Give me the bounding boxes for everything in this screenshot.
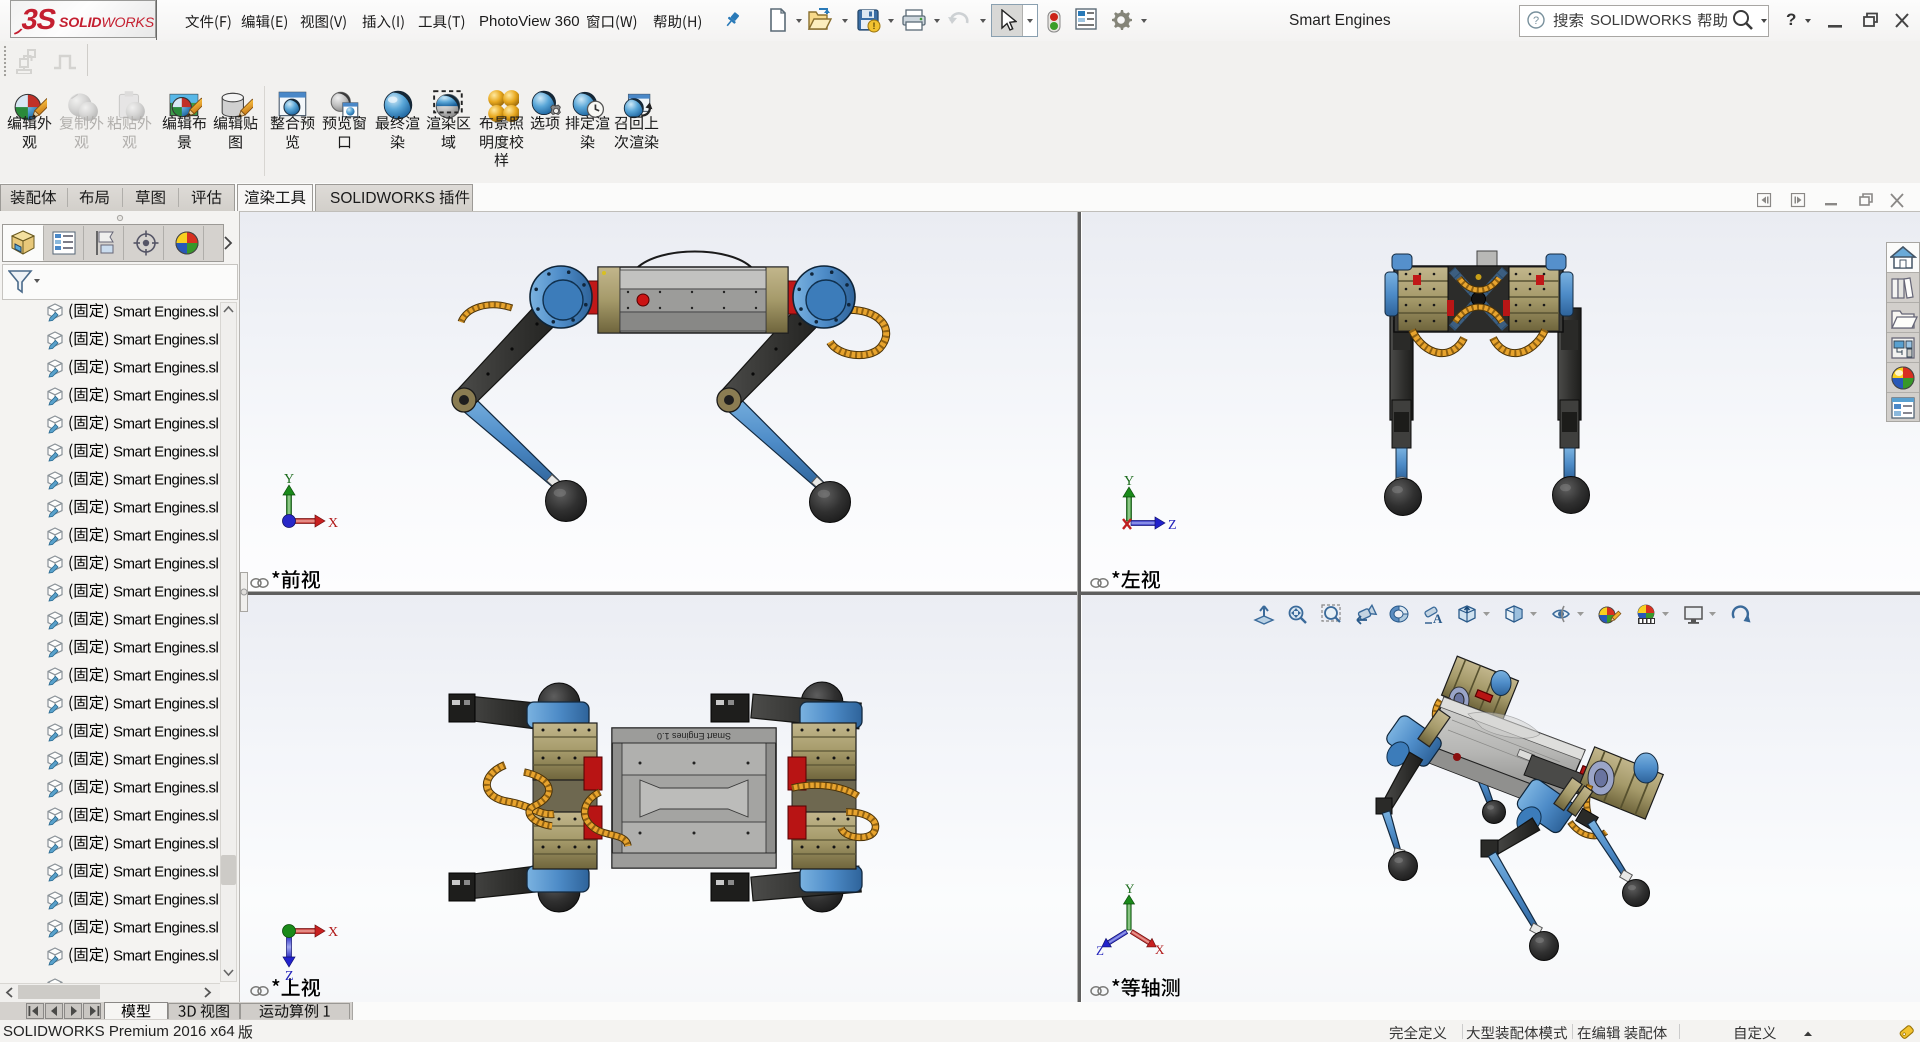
svg-text:Smart Engines 1.0: Smart Engines 1.0 bbox=[657, 731, 731, 741]
svg-text:SOLIDWORKS: SOLIDWORKS bbox=[59, 15, 155, 31]
svg-text:?: ? bbox=[1533, 15, 1539, 27]
svg-text:!: ! bbox=[873, 21, 876, 31]
